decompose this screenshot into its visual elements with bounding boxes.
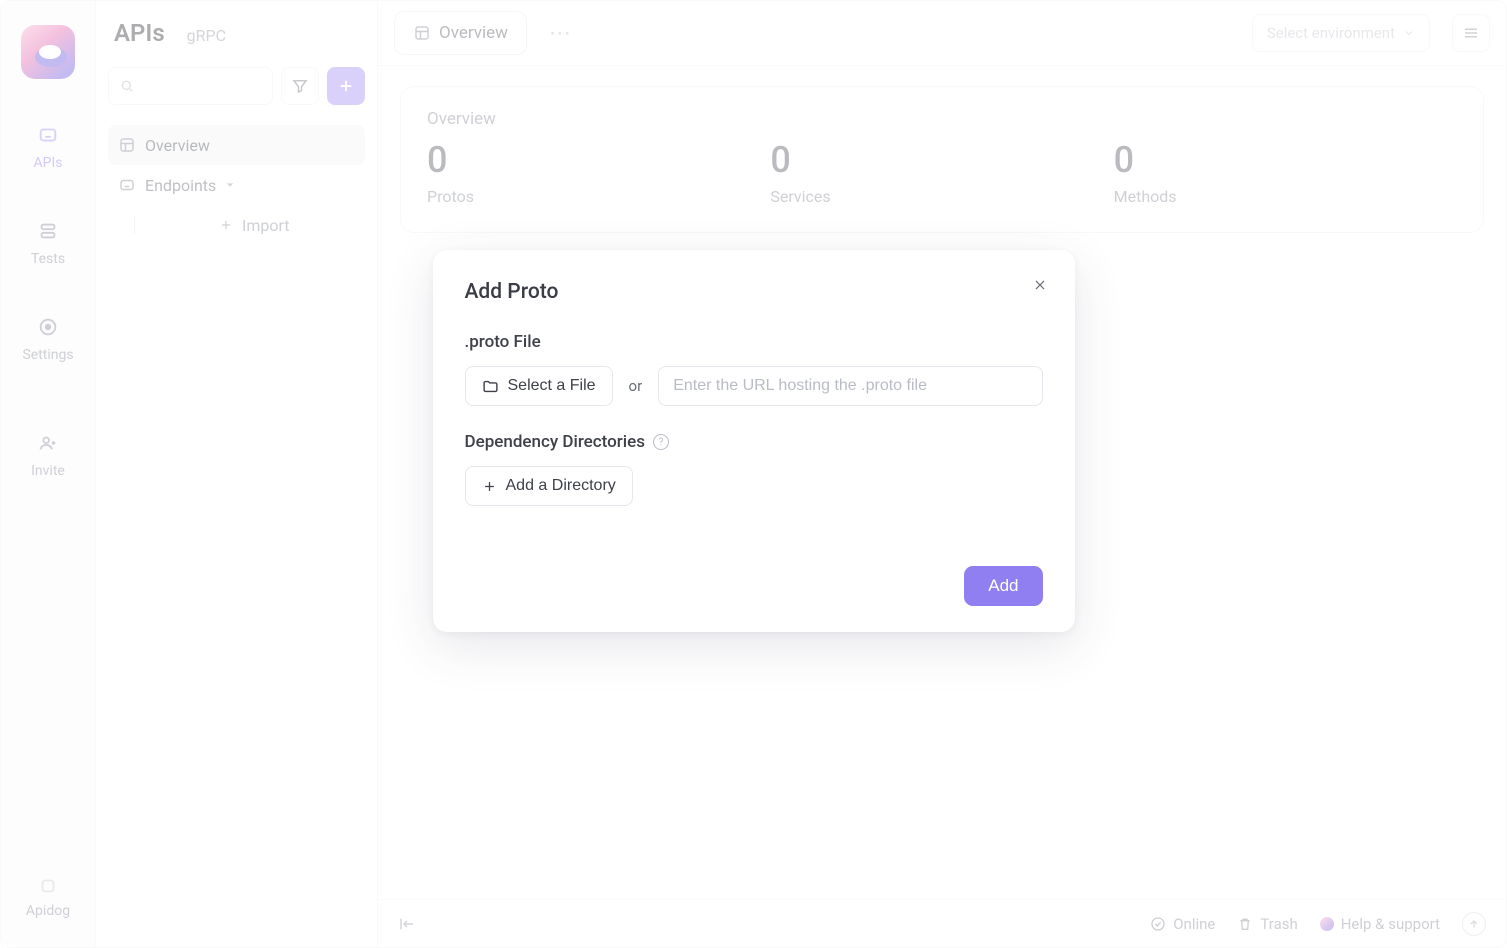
add-confirm-button[interactable]: Add — [964, 566, 1042, 606]
help-icon[interactable]: ? — [653, 434, 669, 450]
dependency-dirs-label: Dependency Directories — [465, 432, 645, 452]
modal-overlay[interactable]: Add Proto .proto File Select a File or D… — [0, 0, 1507, 948]
or-text: or — [629, 377, 643, 395]
modal-close-button[interactable] — [1033, 278, 1047, 292]
button-label: Add a Directory — [506, 477, 616, 495]
folder-icon — [482, 378, 499, 395]
add-proto-modal: Add Proto .proto File Select a File or D… — [433, 250, 1075, 632]
close-icon — [1033, 278, 1047, 292]
button-label: Select a File — [508, 377, 596, 395]
plus-icon — [482, 479, 497, 494]
button-label: Add — [988, 576, 1018, 595]
add-directory-button[interactable]: Add a Directory — [465, 466, 633, 506]
modal-title: Add Proto — [465, 280, 1043, 304]
proto-file-label: .proto File — [465, 332, 1043, 352]
select-file-button[interactable]: Select a File — [465, 366, 613, 406]
proto-url-input[interactable] — [658, 366, 1042, 406]
